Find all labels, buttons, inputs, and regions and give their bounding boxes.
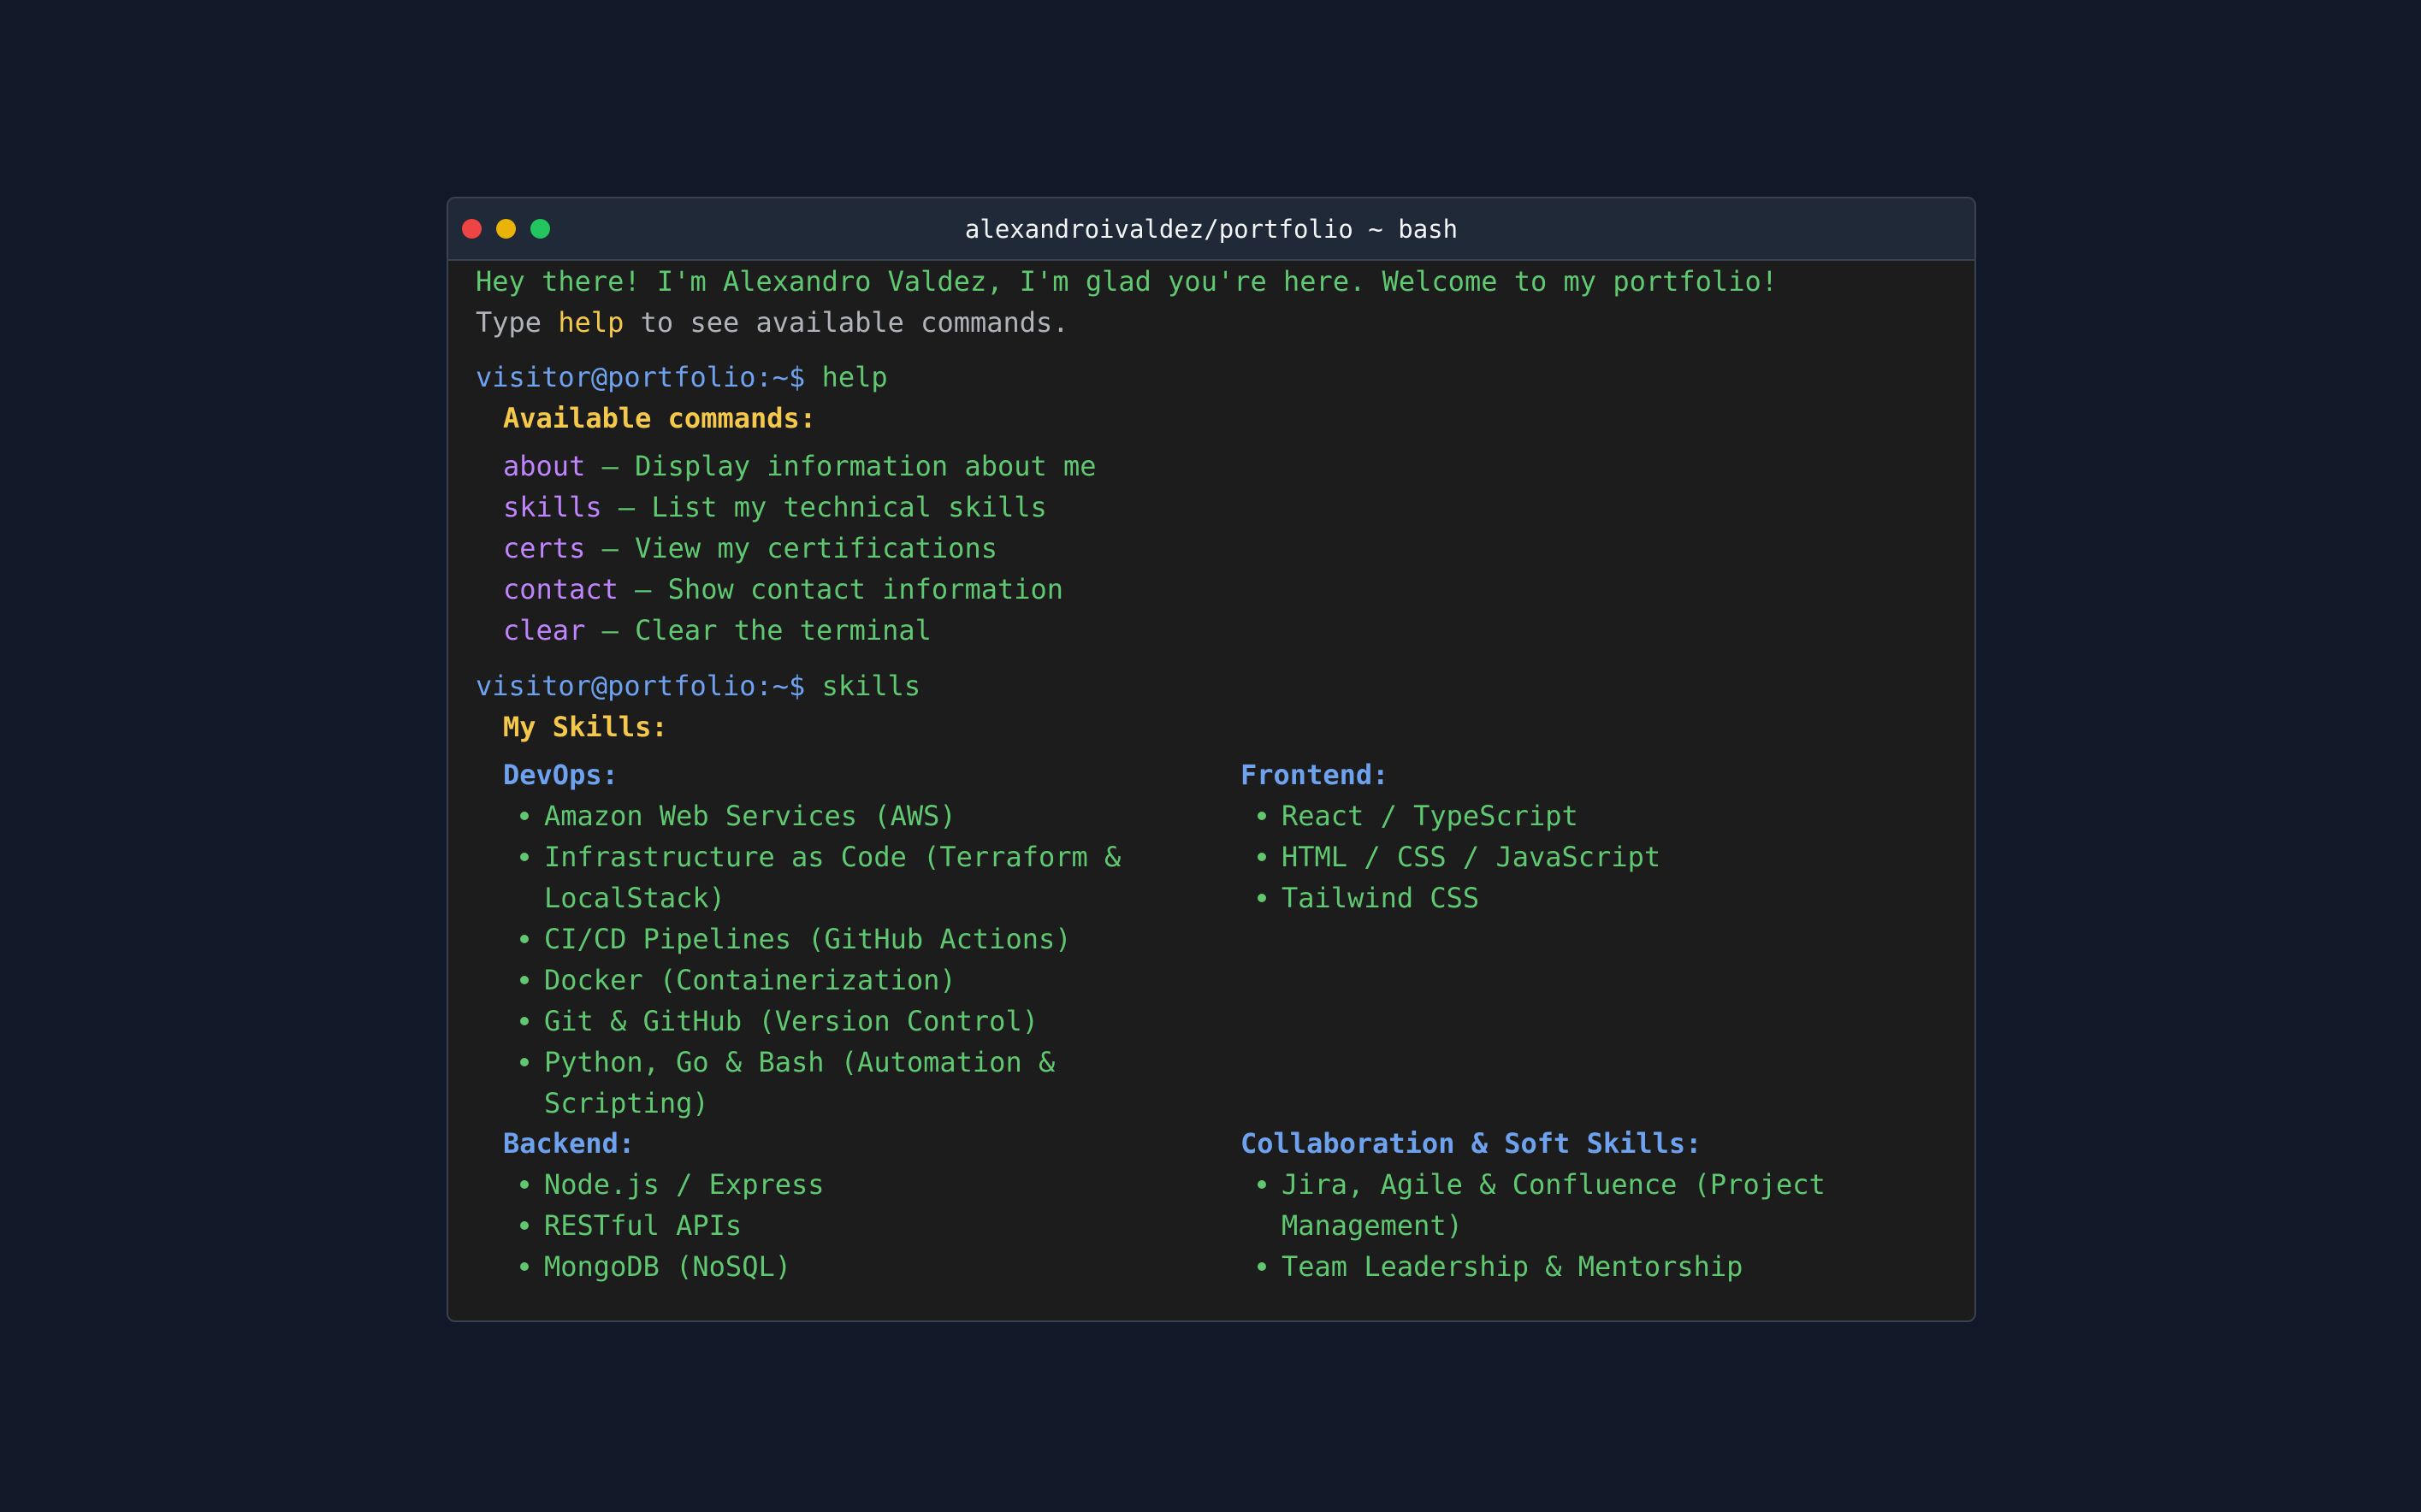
command-name: about [503, 450, 586, 482]
prompt: visitor@portfolio:~$ [476, 361, 806, 393]
skill-category-collaboration-soft-skills: Collaboration & Soft Skills: [1240, 1127, 1702, 1160]
typed-command: skills [821, 670, 921, 702]
command-description: – View my certifications [585, 532, 997, 564]
skill-category-devops: DevOps: [503, 759, 619, 791]
command-about: about – Display information about me [503, 446, 1097, 487]
command-description: – List my technical skills [601, 491, 1047, 523]
command-description: – Show contact information [618, 573, 1064, 605]
terminal-window: alexandroivaldez/portfolio ~ bash Hey th… [447, 197, 1976, 1322]
skill-item: Amazon Web Services (AWS) [544, 800, 956, 832]
bullet-icon [1258, 894, 1266, 902]
skill-category-frontend: Frontend: [1240, 759, 1389, 791]
bullet-icon [520, 1262, 529, 1271]
bullet-icon [1258, 1180, 1266, 1189]
prompt: visitor@portfolio:~$ [476, 670, 806, 702]
welcome-greeting: Hey there! I'm Alexandro Valdez, I'm gla… [476, 265, 1778, 298]
welcome-hint: Type help to see available commands. [476, 306, 1069, 339]
command-certs: certs – View my certifications [503, 528, 997, 569]
bullet-icon [1258, 853, 1266, 861]
help-heading: Available commands: [503, 402, 817, 434]
skill-item: React / TypeScript [1282, 800, 1578, 832]
bullet-icon [520, 853, 529, 861]
prompt-line-help: visitor@portfolio:~$ help [476, 357, 888, 398]
skill-item: Docker (Containerization) [544, 964, 956, 996]
skill-item: Jira, Agile & Confluence (Project Manage… [1282, 1168, 1826, 1242]
skill-item: HTML / CSS / JavaScript [1282, 841, 1661, 873]
bullet-icon [520, 976, 529, 984]
typed-command: help [821, 361, 888, 393]
help-keyword: help [558, 306, 624, 339]
skill-item: Node.js / Express [544, 1168, 825, 1201]
prompt-line-skills: visitor@portfolio:~$ skills [476, 665, 920, 706]
bullet-icon [520, 935, 529, 943]
skill-item: Git & GitHub (Version Control) [544, 1005, 1039, 1037]
skill-item: RESTful APIs [544, 1209, 743, 1242]
bullet-icon [1258, 1262, 1266, 1271]
skill-item: MongoDB (NoSQL) [544, 1250, 791, 1283]
bullet-icon [520, 1221, 529, 1230]
command-name: clear [503, 614, 586, 647]
skill-item: Infrastructure as Code (Terraform & Loca… [544, 841, 1122, 914]
skill-item: CI/CD Pipelines (GitHub Actions) [544, 923, 1072, 955]
skill-category-backend: Backend: [503, 1127, 636, 1160]
command-description: – Display information about me [585, 450, 1097, 482]
skills-heading: My Skills: [503, 711, 668, 743]
command-name: certs [503, 532, 586, 564]
terminal-output[interactable]: Hey there! I'm Alexandro Valdez, I'm gla… [476, 261, 1947, 1320]
skill-item: Team Leadership & Mentorship [1282, 1250, 1743, 1283]
command-contact: contact – Show contact information [503, 569, 1063, 610]
window-title: alexandroivaldez/portfolio ~ bash [964, 215, 1459, 244]
command-description: – Clear the terminal [585, 614, 932, 647]
skill-item: Tailwind CSS [1282, 882, 1480, 914]
bullet-icon [520, 1180, 529, 1189]
bullet-icon [520, 1058, 529, 1066]
command-name: skills [503, 491, 602, 523]
skill-item: Python, Go & Bash (Automation & Scriptin… [544, 1046, 1056, 1119]
bullet-icon [520, 1017, 529, 1025]
bullet-icon [520, 812, 529, 820]
title-bar: alexandroivaldez/portfolio ~ bash [448, 198, 1974, 261]
command-name: contact [503, 573, 619, 605]
command-clear: clear – Clear the terminal [503, 610, 932, 651]
bullet-icon [1258, 812, 1266, 820]
command-skills: skills – List my technical skills [503, 487, 1047, 528]
